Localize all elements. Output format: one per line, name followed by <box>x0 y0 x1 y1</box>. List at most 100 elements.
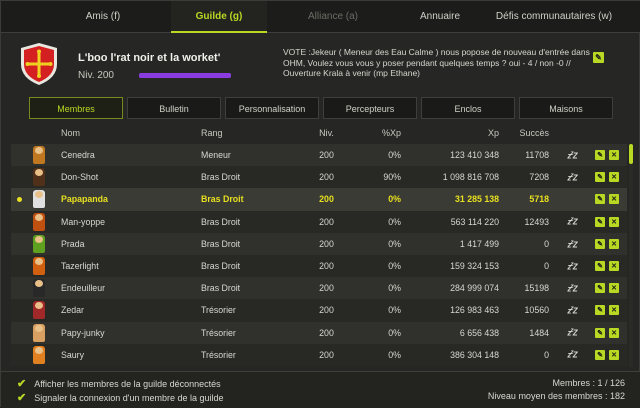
subtab-percepteurs[interactable]: Percepteurs <box>323 97 417 119</box>
table-row[interactable]: Saury Trésorier 200 0% 386 304 148 0 zzZ ✎ ✕ <box>11 343 627 366</box>
member-rank: Bras Droit <box>201 238 241 249</box>
scroll-track[interactable] <box>629 144 633 367</box>
subtab-maisons[interactable]: Maisons <box>519 97 613 119</box>
self-indicator <box>11 196 27 202</box>
member-avatar[interactable] <box>33 168 45 187</box>
member-avatar[interactable] <box>33 234 45 253</box>
table-row[interactable]: Don-Shot Bras Droit 200 90% 1 098 816 708 720… <box>11 166 627 189</box>
member-name[interactable]: Zedar <box>51 305 201 315</box>
guild-emblem-icon[interactable] <box>19 42 59 86</box>
kick-member-button[interactable]: ✕ <box>609 283 619 294</box>
edit-member-button[interactable]: ✎ <box>595 216 605 227</box>
edit-member-button[interactable]: ✎ <box>595 327 605 338</box>
table-row[interactable]: Papapanda Bras Droit 200 0% 31 285 138 5718 ✎ ✕ <box>11 188 627 211</box>
member-level: 200 <box>319 305 334 316</box>
show-offline-label: Afficher les membres de la guilde déconn… <box>34 378 221 389</box>
member-achievements: 15198 <box>524 283 549 294</box>
sleep-icon: zzZ <box>567 216 577 227</box>
member-name[interactable]: Endeuilleur <box>51 283 201 293</box>
edit-member-button[interactable]: ✎ <box>595 150 605 161</box>
subtab-membres[interactable]: Membres <box>29 97 123 119</box>
member-name[interactable]: Don-Shot <box>51 172 201 182</box>
tab-amis[interactable]: Amis (f) <box>53 1 153 33</box>
footer: ✔ Afficher les membres de la guilde déco… <box>1 371 640 408</box>
member-rank: Trésorier <box>201 349 236 360</box>
table-row[interactable]: Papy-junky Trésorier 200 0% 6 656 438 1484 zzZ… <box>11 321 627 344</box>
col-nom[interactable]: Nom <box>51 128 201 138</box>
guild-xp-fill <box>139 73 231 78</box>
kick-member-button[interactable]: ✕ <box>609 349 619 360</box>
sleep-icon: zzZ <box>567 349 577 361</box>
member-level: 200 <box>319 194 334 205</box>
members-list[interactable]: Cenedra Meneur 200 0% 123 410 348 11708 zzZ ✎ ✕ D… <box>11 144 627 367</box>
col-rang[interactable]: Rang <box>201 128 299 138</box>
kick-member-button[interactable]: ✕ <box>609 261 619 272</box>
kick-member-button[interactable]: ✕ <box>609 238 619 249</box>
col-succes[interactable]: Succès <box>499 128 549 138</box>
member-name[interactable]: Prada <box>51 239 201 249</box>
member-name[interactable]: Saury <box>51 350 201 360</box>
table-row[interactable]: Man-yoppe Bras Droit 200 0% 563 114 220 12493… <box>11 210 627 233</box>
sleep-icon: zzZ <box>567 305 577 316</box>
member-achievements: 5718 <box>529 194 549 205</box>
edit-member-button[interactable]: ✎ <box>595 283 605 294</box>
tab-annuaire[interactable]: Annuaire <box>395 1 485 33</box>
tab-guilde[interactable]: Guilde (g) <box>171 1 267 33</box>
sleep-icon: zzZ <box>567 149 577 161</box>
edit-message-button[interactable]: ✎ <box>593 52 604 63</box>
member-name[interactable]: Tazerlight <box>51 261 201 271</box>
table-row[interactable]: Tazerlight Bras Droit 200 0% 159 324 153 0 zzZ… <box>11 254 627 278</box>
notify-connection-checkbox[interactable]: ✔ Signaler la connexion d'un membre de l… <box>17 391 224 404</box>
table-row[interactable]: Endeuilleur Bras Droit 200 0% 284 999 074 151… <box>11 277 627 300</box>
subtab-personnalisation[interactable]: Personnalisation <box>225 97 319 119</box>
member-rank: Bras Droit <box>201 261 241 272</box>
kick-member-button[interactable]: ✕ <box>609 216 619 227</box>
member-avatar[interactable] <box>33 190 45 209</box>
table-row[interactable]: Zedar Trésorier 200 0% 126 983 463 10560 zzZ ✎ ✕ <box>11 299 627 322</box>
kick-member-button[interactable]: ✕ <box>609 305 619 316</box>
sleep-icon: zzZ <box>567 260 577 272</box>
col-niv[interactable]: Niv. <box>299 128 354 138</box>
member-rank: Trésorier <box>201 305 236 316</box>
col-pxp[interactable]: %Xp <box>354 128 409 138</box>
kick-member-button[interactable]: ✕ <box>609 172 619 183</box>
tab-alliance[interactable]: Alliance (a) <box>285 1 381 33</box>
scrollbar-thumb[interactable] <box>629 144 633 164</box>
guild-xp-bar <box>139 73 231 78</box>
edit-member-button[interactable]: ✎ <box>595 194 605 205</box>
member-xp-percent: 0% <box>388 349 401 360</box>
show-offline-checkbox[interactable]: ✔ Afficher les membres de la guilde déco… <box>17 377 221 390</box>
edit-member-button[interactable]: ✎ <box>595 349 605 360</box>
member-xp-percent: 90% <box>383 172 401 183</box>
guild-message: VOTE :Jekeur ( Meneur des Eau Calme ) no… <box>283 47 590 78</box>
member-name[interactable]: Cenedra <box>51 150 201 160</box>
kick-member-button[interactable]: ✕ <box>609 327 619 338</box>
subtab-enclos[interactable]: Enclos <box>421 97 515 119</box>
edit-member-button[interactable]: ✎ <box>595 172 605 183</box>
member-avatar[interactable] <box>33 257 45 276</box>
member-avatar[interactable] <box>33 323 45 342</box>
subtab-bulletin[interactable]: Bulletin <box>127 97 221 119</box>
member-xp: 159 324 153 <box>450 261 499 272</box>
tab-defis[interactable]: Défis communautaires (w) <box>489 1 619 33</box>
member-name[interactable]: Papapanda <box>51 194 201 204</box>
col-xp[interactable]: Xp <box>409 128 499 138</box>
table-row[interactable]: Prada Bras Droit 200 0% 1 417 499 0 zzZ ✎ ✕ <box>11 232 627 255</box>
member-level: 200 <box>319 327 334 338</box>
member-rank: Bras Droit <box>201 194 244 205</box>
member-avatar[interactable] <box>33 146 45 165</box>
member-name[interactable]: Man-yoppe <box>51 217 201 227</box>
checkmark-icon: ✔ <box>17 378 27 390</box>
edit-member-button[interactable]: ✎ <box>595 261 605 272</box>
member-avatar[interactable] <box>33 279 45 298</box>
member-avatar[interactable] <box>33 212 45 231</box>
kick-member-button[interactable]: ✕ <box>609 150 619 161</box>
member-avatar[interactable] <box>33 345 45 364</box>
edit-member-button[interactable]: ✎ <box>595 305 605 316</box>
member-avatar[interactable] <box>33 301 45 320</box>
table-row[interactable]: Cenedra Meneur 200 0% 123 410 348 11708 zzZ ✎ ✕ <box>11 144 627 167</box>
member-name[interactable]: Papy-junky <box>51 328 201 338</box>
kick-member-button[interactable]: ✕ <box>609 194 619 205</box>
member-rank: Bras Droit <box>201 216 241 227</box>
edit-member-button[interactable]: ✎ <box>595 238 605 249</box>
